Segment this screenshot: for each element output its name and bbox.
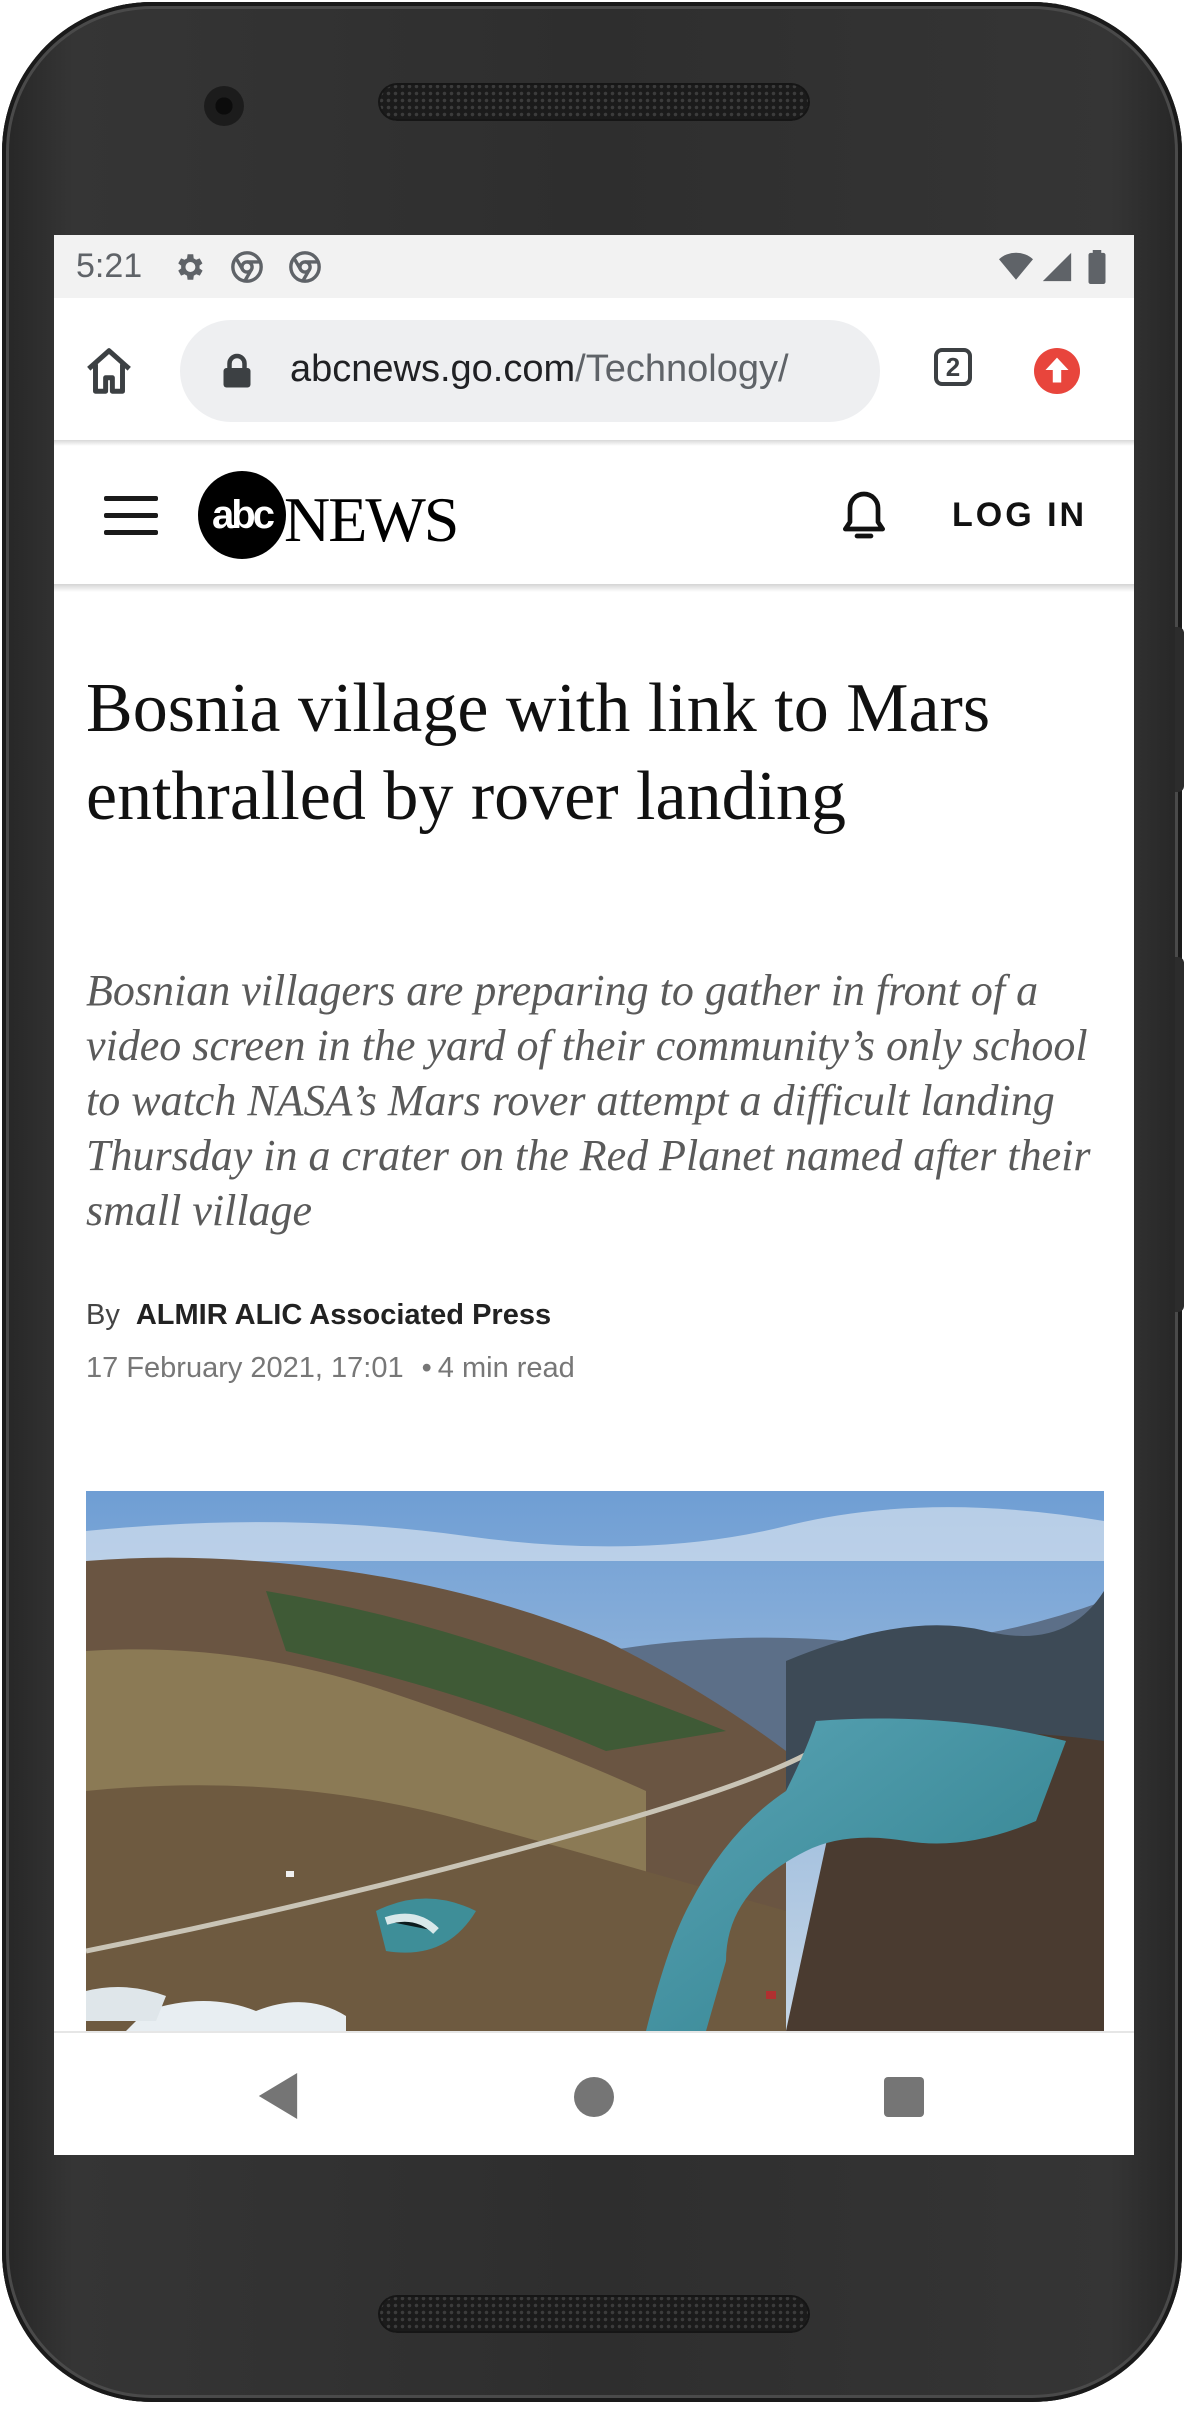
- power-button: [1175, 957, 1184, 1312]
- author-link[interactable]: ALMIR ALIC Associated Press: [136, 1299, 551, 1331]
- home-nav-icon[interactable]: [574, 2077, 614, 2117]
- recents-icon[interactable]: [884, 2077, 924, 2117]
- address-bar[interactable]: abcnews.go.com/Technology/: [180, 320, 880, 422]
- volume-button: [1175, 627, 1184, 792]
- tab-switcher-button[interactable]: 2: [934, 348, 972, 386]
- chrome-icon: [289, 251, 321, 283]
- screen: 5:21 abcnews.go.com/Technology/ 2 abc NE…: [54, 235, 1134, 2155]
- byline-prefix: By: [86, 1299, 120, 1331]
- header-divider: [54, 584, 1134, 592]
- article-subheadline: Bosnian villagers are preparing to gathe…: [86, 966, 1091, 1235]
- menu-icon[interactable]: [104, 496, 158, 536]
- article-headline: Bosnia village with link to Mars enthral…: [86, 670, 991, 835]
- wifi-icon: [999, 252, 1033, 280]
- earpiece-speaker: [378, 83, 810, 121]
- status-bar: 5:21: [54, 235, 1134, 298]
- lock-icon: [223, 353, 251, 388]
- phone-frame: 5:21 abcnews.go.com/Technology/ 2 abc NE…: [2, 2, 1184, 2402]
- publish-date: 17 February 2021, 17:01: [86, 1352, 404, 1384]
- read-time: 4 min read: [437, 1352, 575, 1384]
- update-chrome-icon[interactable]: [1034, 348, 1080, 394]
- url-domain: abcnews.go.com: [290, 348, 576, 390]
- meta-separator: •: [421, 1352, 432, 1384]
- notification-bell-icon[interactable]: [836, 484, 892, 546]
- bottom-speaker: [378, 2295, 810, 2333]
- back-icon[interactable]: [258, 2073, 298, 2119]
- signal-icon: [1042, 252, 1072, 282]
- login-button[interactable]: LOG IN: [952, 496, 1087, 535]
- abc-news-logo[interactable]: abc NEWS: [198, 471, 459, 561]
- chrome-icon: [231, 251, 263, 283]
- gear-icon: [178, 254, 203, 280]
- byline: By ALMIR ALIC Associated Press: [86, 1299, 551, 1332]
- battery-icon: [1088, 250, 1106, 284]
- front-camera: [204, 86, 244, 126]
- android-nav-bar: [54, 2031, 1134, 2155]
- url-text[interactable]: abcnews.go.com/Technology/: [290, 348, 789, 391]
- url-path: /Technology/: [575, 348, 789, 390]
- logo-wordmark: NEWS: [284, 484, 459, 555]
- status-time: 5:21: [76, 247, 143, 285]
- article-meta: 17 February 2021, 17:01 • 4 min read: [86, 1352, 575, 1385]
- hero-image-valley-river: [86, 1491, 1104, 2031]
- logo-disc: abc: [198, 471, 286, 559]
- site-header: abc NEWS LOG IN: [54, 446, 1134, 584]
- home-icon[interactable]: [82, 344, 136, 398]
- browser-toolbar: abcnews.go.com/Technology/ 2: [54, 298, 1134, 440]
